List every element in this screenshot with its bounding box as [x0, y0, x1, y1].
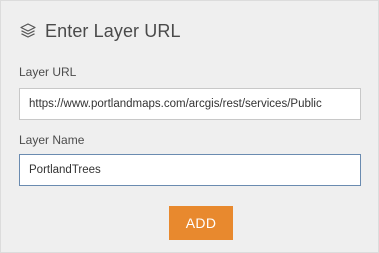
- panel-title: Enter Layer URL: [45, 20, 181, 41]
- add-layer-panel: Enter Layer URL Layer URL Layer Name ADD: [0, 0, 379, 253]
- panel-header: Enter Layer URL: [19, 18, 181, 44]
- add-button[interactable]: ADD: [169, 206, 233, 240]
- layer-name-input[interactable]: [19, 154, 361, 186]
- layer-url-input[interactable]: [19, 88, 361, 120]
- layer-name-label: Layer Name: [19, 133, 85, 147]
- layer-url-label: Layer URL: [19, 65, 77, 79]
- layers-icon: [19, 22, 37, 40]
